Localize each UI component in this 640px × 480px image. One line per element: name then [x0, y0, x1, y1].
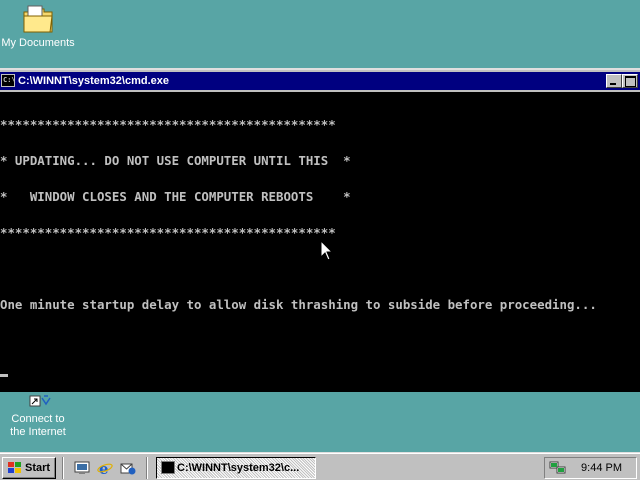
taskbar-button-cmd[interactable]: C:\WINNT\system32\c... — [156, 457, 316, 479]
console-line: ****************************************… — [0, 117, 336, 132]
console-window[interactable]: C:\ C:\WINNT\system32\cmd.exe **********… — [0, 68, 640, 392]
network-icon[interactable] — [549, 461, 567, 475]
desktop-icon-label: My Documents — [1, 37, 75, 49]
text-cursor — [0, 374, 8, 377]
clock[interactable]: 9:44 PM — [581, 458, 622, 478]
desktop-icon-label: Connect to — [11, 413, 65, 425]
outlook-express-icon[interactable] — [120, 460, 136, 476]
connect-internet-icon — [29, 395, 51, 407]
minimize-button[interactable] — [606, 74, 622, 88]
desktop-icon-my-documents[interactable]: My Documents — [0, 4, 76, 50]
desktop-icon-connect-internet[interactable]: Connect to the Internet — [0, 394, 76, 439]
windows-flag-icon — [8, 462, 21, 473]
console-line-blank — [0, 335, 640, 347]
internet-explorer-icon[interactable]: e — [97, 460, 113, 476]
desktop-icon-label: the Internet — [10, 426, 66, 438]
taskbar-button-label: C:\WINNT\system32\c... — [177, 462, 300, 474]
console-line: ****************************************… — [0, 225, 336, 240]
window-titlebar[interactable]: C:\ C:\WINNT\system32\cmd.exe — [0, 72, 640, 90]
taskbar: Start e C:\WINNT\system32\c... 9:44 PM — [0, 452, 640, 480]
system-tray: 9:44 PM — [544, 457, 637, 479]
console-line: One minute startup delay to allow disk t… — [0, 297, 597, 312]
svg-text:e: e — [99, 460, 109, 476]
taskbar-separator — [146, 457, 148, 479]
show-desktop-icon[interactable] — [74, 460, 90, 476]
console-line: * WINDOW CLOSES AND THE COMPUTER REBOOTS… — [0, 189, 351, 204]
console-icon[interactable]: C:\ — [1, 74, 16, 87]
mouse-pointer-icon — [320, 240, 334, 261]
folder-icon — [23, 5, 53, 33]
taskbar-separator — [62, 457, 64, 479]
maximize-button[interactable] — [622, 74, 638, 88]
console-icon — [161, 461, 175, 474]
console-line: * UPDATING... DO NOT USE COMPUTER UNTIL … — [0, 153, 351, 168]
window-title: C:\WINNT\system32\cmd.exe — [18, 75, 169, 87]
start-label: Start — [25, 462, 51, 474]
start-button[interactable]: Start — [2, 457, 56, 479]
